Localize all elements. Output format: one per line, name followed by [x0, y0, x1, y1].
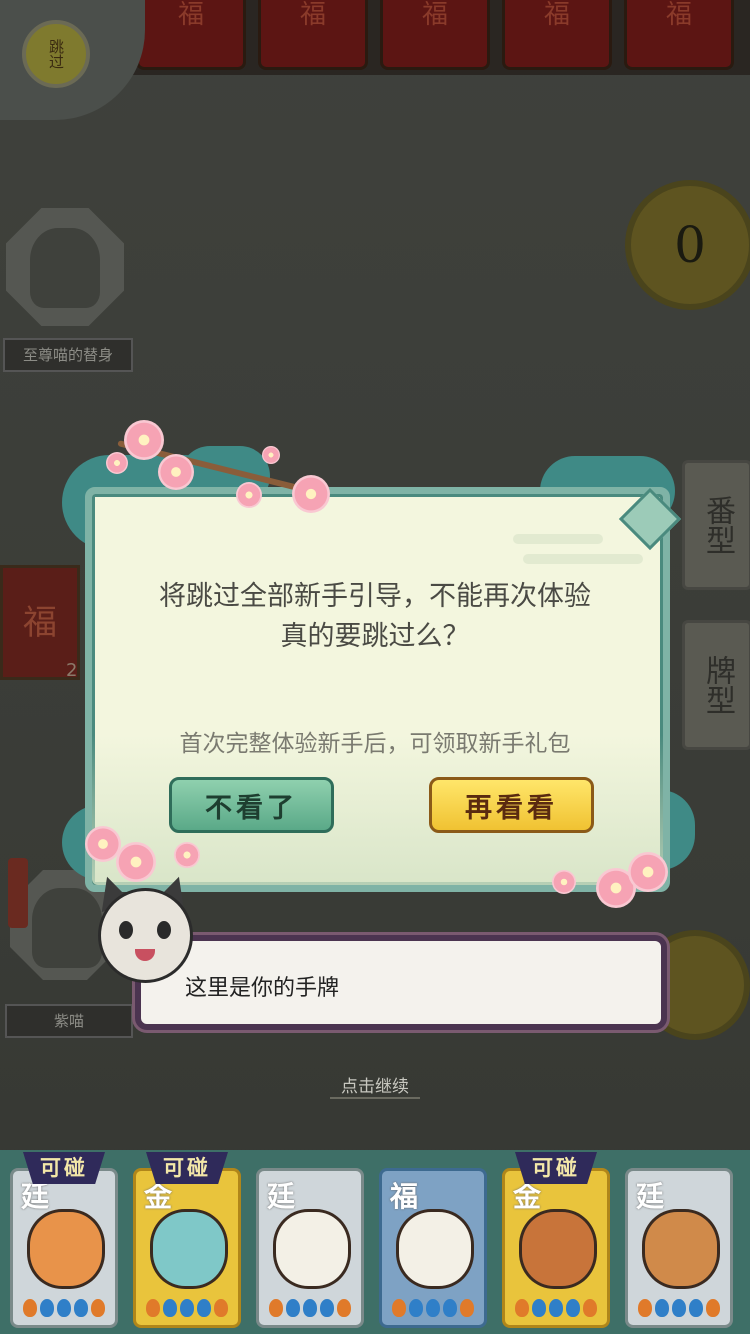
- gourd-icon: [74, 1299, 88, 1317]
- monkey-icon: [519, 1209, 597, 1289]
- gourd-icon: [672, 1299, 686, 1317]
- plum-blossom-icon: [158, 454, 194, 490]
- gourd-icon: [409, 1299, 423, 1317]
- gourd-icon: [426, 1299, 440, 1317]
- gourd-icon: [146, 1299, 160, 1317]
- cat-eye-icon: [119, 921, 133, 939]
- tile-gourd-indicators: [146, 1299, 228, 1317]
- dont-watch-button[interactable]: 不看了: [169, 777, 334, 833]
- gourd-icon: [214, 1299, 228, 1317]
- gourd-icon: [638, 1299, 652, 1317]
- gourd-icon: [163, 1299, 177, 1317]
- gourd-icon: [532, 1299, 546, 1317]
- top-card: 福: [136, 0, 246, 70]
- plum-blossom-icon: [292, 475, 330, 513]
- gourd-icon: [91, 1299, 105, 1317]
- hand-tile[interactable]: 金: [133, 1168, 241, 1328]
- dragon-icon: [150, 1209, 228, 1289]
- can-peng-badge: 可碰: [23, 1152, 105, 1184]
- plum-blossom-icon: [552, 870, 576, 894]
- top-card: 福: [380, 0, 490, 70]
- plum-blossom-icon: [236, 482, 262, 508]
- gourd-icon: [689, 1299, 703, 1317]
- score-coin: 0: [625, 180, 750, 310]
- top-card: 福: [258, 0, 368, 70]
- cat-eye-icon: [157, 921, 171, 939]
- gourd-icon: [392, 1299, 406, 1317]
- gourd-icon: [180, 1299, 194, 1317]
- hand-tile[interactable]: 廷: [256, 1168, 364, 1328]
- discard-count: 2: [66, 660, 78, 681]
- tap-to-continue[interactable]: 点击继续: [330, 1072, 420, 1099]
- gourd-icon: [40, 1299, 54, 1317]
- sheep-icon: [396, 1209, 474, 1289]
- plum-blossom-icon: [124, 420, 164, 460]
- lucky-knot-icon: [8, 858, 28, 928]
- tile-character: 廷: [267, 1180, 296, 1213]
- fan-type-button[interactable]: 番型: [682, 460, 750, 590]
- hand-tile[interactable]: 福: [379, 1168, 487, 1328]
- self-name-tag: 紫喵: [5, 1004, 133, 1038]
- gourd-icon: [337, 1299, 351, 1317]
- cloud-line-decoration: [523, 554, 643, 564]
- gourd-icon: [23, 1299, 37, 1317]
- cat-mouth-icon: [135, 949, 155, 961]
- skip-button[interactable]: 跳过: [22, 20, 90, 88]
- plum-blossom-icon: [628, 852, 668, 892]
- top-card: 福: [502, 0, 612, 70]
- dog-icon: [642, 1209, 720, 1289]
- gourd-icon: [57, 1299, 71, 1317]
- cat-silhouette-icon: [32, 888, 102, 968]
- plum-blossom-icon: [262, 446, 280, 464]
- can-peng-badge: 可碰: [146, 1152, 228, 1184]
- tile-character: 廷: [636, 1180, 665, 1213]
- plum-blossom-icon: [106, 452, 128, 474]
- guide-cat-avatar: [98, 888, 193, 983]
- sheep-icon: [273, 1209, 351, 1289]
- opponent-name-tag: 至尊喵的替身: [3, 338, 133, 372]
- cloud-line-decoration: [513, 534, 603, 544]
- hand-tile[interactable]: 廷: [625, 1168, 733, 1328]
- dialog-message-line2: 真的要跳过么？: [280, 621, 470, 652]
- tile-gourd-indicators: [392, 1299, 474, 1317]
- gourd-icon: [269, 1299, 283, 1317]
- tile-gourd-indicators: [638, 1299, 720, 1317]
- tiger-icon: [27, 1209, 105, 1289]
- gourd-icon: [460, 1299, 474, 1317]
- tile-gourd-indicators: [515, 1299, 597, 1317]
- cat-silhouette-icon: [30, 228, 100, 308]
- gourd-icon: [706, 1299, 720, 1317]
- watch-again-button[interactable]: 再看看: [429, 777, 594, 833]
- tile-gourd-indicators: [23, 1299, 105, 1317]
- guide-text: 这里是你的手牌: [185, 976, 340, 1001]
- top-card: 福: [624, 0, 734, 70]
- hand-tile[interactable]: 廷: [10, 1168, 118, 1328]
- gourd-icon: [549, 1299, 563, 1317]
- gourd-icon: [515, 1299, 529, 1317]
- gourd-icon: [197, 1299, 211, 1317]
- gourd-icon: [286, 1299, 300, 1317]
- tile-character: 福: [390, 1180, 419, 1213]
- gourd-icon: [443, 1299, 457, 1317]
- gourd-icon: [303, 1299, 317, 1317]
- hand-tile[interactable]: 金: [502, 1168, 610, 1328]
- gourd-icon: [583, 1299, 597, 1317]
- dialog-message-line1: 将跳过全部新手引导，不能再次体验: [159, 581, 591, 612]
- plum-blossom-icon: [174, 842, 200, 868]
- gourd-icon: [566, 1299, 580, 1317]
- gourd-icon: [320, 1299, 334, 1317]
- can-peng-badge: 可碰: [515, 1152, 597, 1184]
- tile-gourd-indicators: [269, 1299, 351, 1317]
- gourd-icon: [655, 1299, 669, 1317]
- dialog-hint: 首次完整体验新手后，可领取新手礼包: [179, 731, 571, 757]
